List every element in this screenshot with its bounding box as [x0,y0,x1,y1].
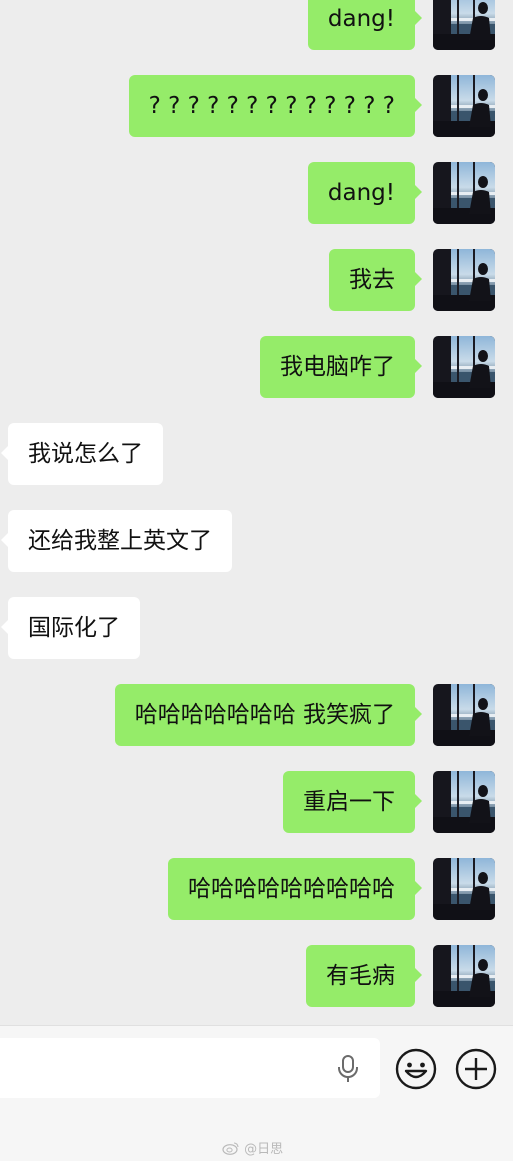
outgoing-message: dang! [0,162,513,224]
watermark: @日思 [222,1138,283,1157]
outgoing-message: 重启一下 [0,771,513,833]
outgoing-message: 我电脑咋了 [0,336,513,398]
message-bubble[interactable]: dang! [307,162,423,224]
avatar[interactable] [433,0,495,50]
outgoing-message: 哈哈哈哈哈哈哈哈哈 [0,858,513,920]
outgoing-message: ? ? ? ? ? ? ? ? ? ? ? ? ? [0,75,513,137]
outgoing-message: 我去 [0,249,513,311]
microphone-icon[interactable] [336,1054,360,1084]
message-bubble[interactable]: 还给我整上英文了 [1,510,232,572]
message-input[interactable] [0,1038,380,1098]
message-bubble[interactable]: 哈哈哈哈哈哈哈 我笑疯了 [114,684,423,746]
chat-message-list[interactable]: dang! ? ? ? ? ? ? ? ? ? ? ? ? ? dang! 我去我电脑… [0,0,513,1025]
message-bubble[interactable]: 有毛病 [306,945,422,1007]
avatar[interactable] [433,771,495,833]
avatar[interactable] [433,336,495,398]
weibo-logo-icon [222,1142,239,1155]
message-bubble[interactable]: 重启一下 [283,771,422,833]
watermark-text: @日思 [244,1142,284,1157]
plus-icon[interactable] [455,1048,497,1090]
avatar[interactable] [433,162,495,224]
avatar[interactable] [433,249,495,311]
message-bubble[interactable]: ? ? ? ? ? ? ? ? ? ? ? ? ? [128,75,423,137]
outgoing-message: 有毛病 [0,945,513,1007]
incoming-message: 国际化了 [0,597,513,659]
message-bubble[interactable]: 我电脑咋了 [260,336,422,398]
emoji-icon[interactable] [395,1048,437,1090]
avatar[interactable] [433,945,495,1007]
avatar[interactable] [433,858,495,920]
message-bubble[interactable]: 国际化了 [1,597,140,659]
input-bar: @日思 [0,1025,513,1161]
message-bubble[interactable]: 我去 [329,249,422,311]
avatar[interactable] [433,684,495,746]
message-bubble[interactable]: 哈哈哈哈哈哈哈哈哈 [168,858,422,920]
message-bubble[interactable]: 我说怎么了 [1,423,163,485]
avatar[interactable] [433,75,495,137]
incoming-message: 还给我整上英文了 [0,510,513,572]
outgoing-message: 哈哈哈哈哈哈哈 我笑疯了 [0,684,513,746]
message-bubble[interactable]: dang! [307,0,423,50]
outgoing-message: dang! [0,0,513,50]
incoming-message: 我说怎么了 [0,423,513,485]
